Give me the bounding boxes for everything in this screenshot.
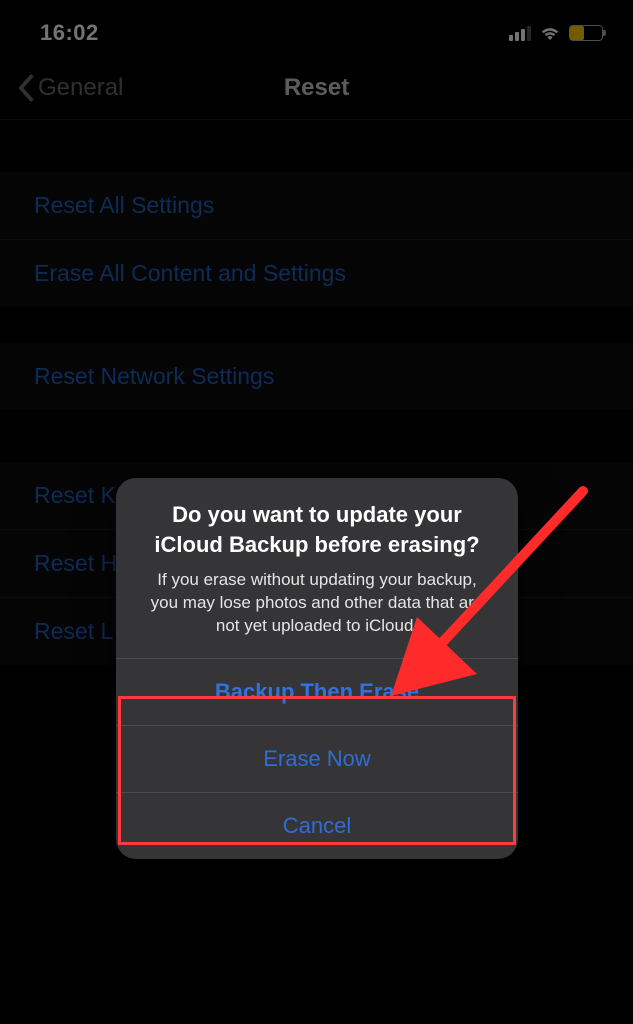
backup-then-erase-button[interactable]: Backup Then Erase xyxy=(116,658,518,725)
alert-buttons: Backup Then Erase Erase Now Cancel xyxy=(116,658,518,859)
confirm-erase-alert: Do you want to update your iCloud Backup… xyxy=(116,478,518,859)
cancel-button[interactable]: Cancel xyxy=(116,792,518,859)
alert-title: Do you want to update your iCloud Backup… xyxy=(140,500,494,559)
alert-message: If you erase without updating your backu… xyxy=(140,569,494,638)
erase-now-button[interactable]: Erase Now xyxy=(116,725,518,792)
alert-body: Do you want to update your iCloud Backup… xyxy=(116,478,518,658)
